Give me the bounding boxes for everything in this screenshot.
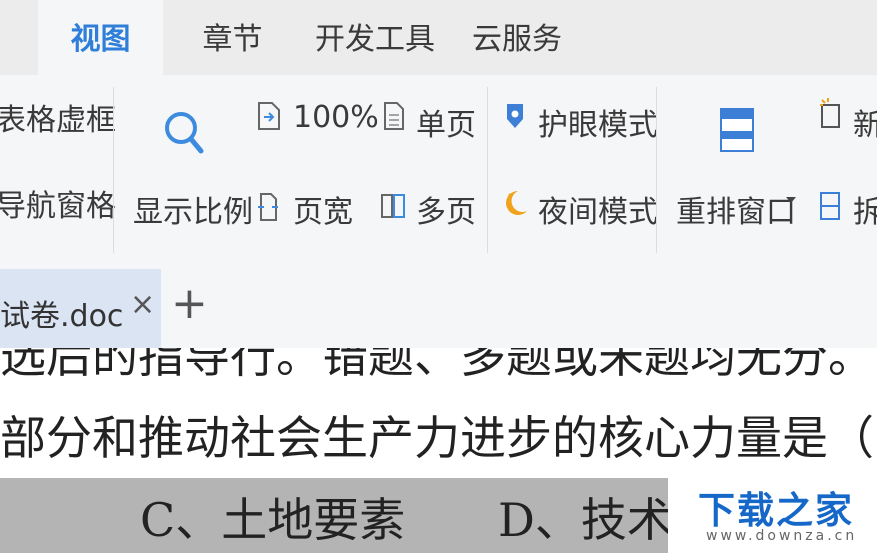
single-page-label: 单页 (416, 108, 476, 143)
document-tab-bar: 试卷.doc × + (0, 266, 877, 348)
watermark: 下载之家 www.downza.cn (668, 476, 877, 553)
document-content: 选后的指导行。错题、多题或未题均无分。 部分和推动社会生产力进步的核心力量是（ … (0, 348, 877, 553)
split-window-icon (820, 192, 840, 220)
night-mode-label: 夜间模式 (538, 195, 658, 230)
page-width-label: 页宽 (293, 195, 353, 230)
rearrange-window-label: 重排窗口 (676, 195, 796, 230)
actual-size-icon (258, 102, 280, 130)
moon-icon (506, 191, 527, 215)
new-window-icon (820, 98, 840, 128)
page-width-icon (258, 193, 278, 221)
document-tab[interactable]: 试卷.doc × (0, 269, 161, 348)
separator (656, 87, 657, 253)
single-page-icon (384, 102, 404, 130)
new-window-label: 新 (853, 108, 877, 143)
rearrange-window-icon (720, 108, 754, 152)
navigation-pane-button[interactable]: 导航窗格 (0, 181, 116, 225)
multi-page-label: 多页 (416, 195, 476, 230)
new-tab-plus-icon[interactable]: + (171, 280, 208, 328)
split-window-label: 拆 (853, 195, 877, 230)
magnifier-icon (165, 112, 204, 154)
zoom-100-label: 100% (293, 100, 379, 135)
document-tab-label: 试卷.doc (0, 299, 124, 334)
separator (487, 87, 488, 253)
tab-chapter[interactable]: 章节 (180, 0, 285, 75)
watermark-url: www.downza.cn (706, 528, 858, 544)
separator (113, 87, 114, 253)
view-ribbon: 表格虚框 导航窗格 显示比例 100% 单页 页宽 多页 护眼模式 夜间模式 重… (0, 75, 877, 266)
eye-protection-mode-label: 护眼模式 (538, 108, 658, 143)
tab-developer-tools[interactable]: 开发工具 (305, 0, 445, 75)
document-text-line: 部分和推动社会生产力进步的核心力量是（ (0, 411, 874, 465)
tab-view[interactable]: 视图 (38, 0, 163, 75)
close-icon[interactable]: × (130, 287, 155, 322)
zoom-label: 显示比例 (133, 195, 253, 230)
table-frame-button[interactable]: 表格虚框 (0, 95, 116, 139)
menu-tab-row: 视图 章节 开发工具 云服务 (0, 0, 877, 75)
dropdown-arrow-icon (786, 197, 796, 203)
shield-eye-icon (507, 104, 523, 128)
multi-page-icon (381, 194, 405, 218)
document-text-line: 选后的指导行。错题、多题或未题均无分。 (0, 348, 874, 383)
option-c: C、土地要素 (140, 493, 406, 547)
watermark-logo-text: 下载之家 (698, 489, 854, 532)
tab-cloud-service[interactable]: 云服务 (462, 0, 572, 75)
